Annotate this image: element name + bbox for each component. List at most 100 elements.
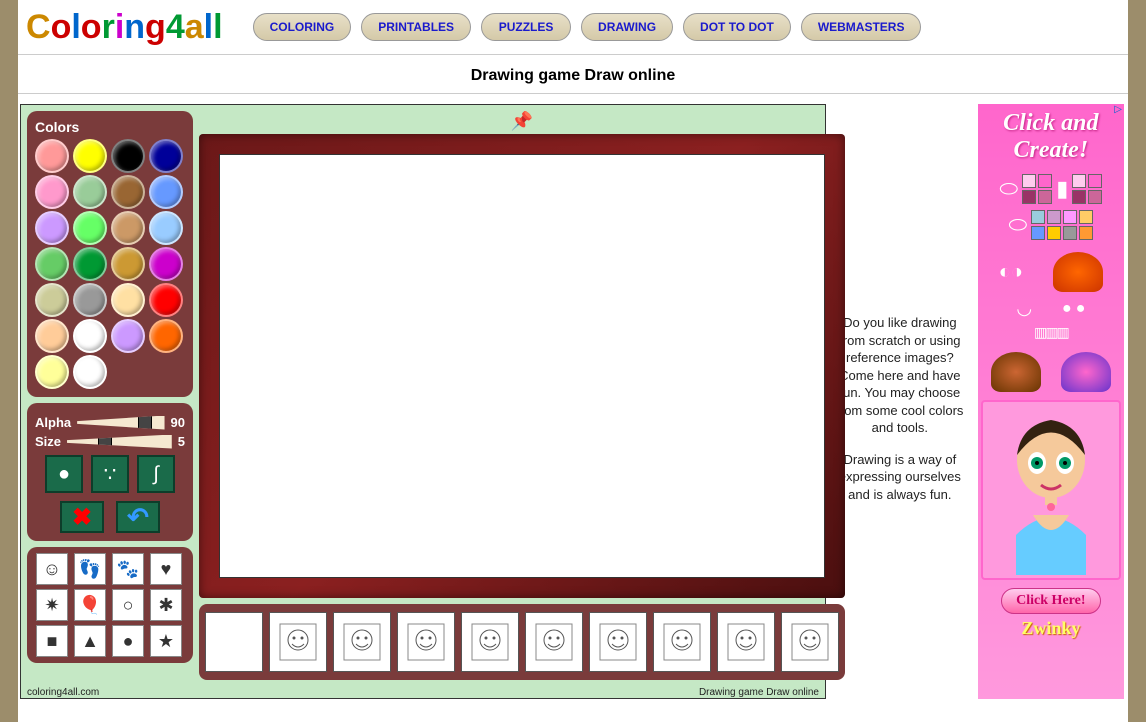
color-swatch[interactable]: [35, 355, 69, 389]
brush-spray-button[interactable]: ∵: [91, 455, 129, 493]
size-knob[interactable]: [98, 432, 112, 452]
footer-right: Drawing game Draw online: [699, 687, 819, 698]
size-slider[interactable]: [67, 435, 172, 449]
color-swatch[interactable]: [35, 139, 69, 173]
page-title: Drawing game Draw online: [18, 55, 1128, 94]
compact-icon-2: ⬭: [1008, 212, 1027, 238]
color-swatch[interactable]: [73, 247, 107, 281]
drawing-canvas[interactable]: [219, 154, 825, 578]
stamp-button[interactable]: ○: [112, 589, 144, 621]
tools-column: Colors Alpha 90 Size: [21, 105, 199, 686]
brush-curve-button[interactable]: ∫: [137, 455, 175, 493]
header: Coloring4all COLORING PRINTABLES PUZZLES DR…: [18, 0, 1128, 55]
hair-pink-icon: [1061, 352, 1111, 392]
color-swatch[interactable]: [149, 247, 183, 281]
nav-webmasters[interactable]: WEBMASTERS: [801, 13, 922, 41]
color-swatch[interactable]: [73, 283, 107, 317]
canvas-frame: [199, 134, 845, 598]
site-logo[interactable]: Coloring4all: [26, 8, 253, 47]
compact-icon: ⬭: [999, 176, 1018, 202]
color-swatch[interactable]: [149, 319, 183, 353]
size-value: 5: [178, 434, 185, 449]
nav-dot-to-dot[interactable]: DOT TO DOT: [683, 13, 791, 41]
color-swatch[interactable]: [111, 283, 145, 317]
color-swatch[interactable]: [35, 247, 69, 281]
color-grid: [35, 139, 185, 389]
template-pig[interactable]: [333, 612, 391, 672]
color-swatch[interactable]: [73, 319, 107, 353]
color-swatch[interactable]: [149, 211, 183, 245]
necklace-icon: ◡: [1016, 298, 1032, 319]
template-koala[interactable]: [461, 612, 519, 672]
nav-drawing[interactable]: DRAWING: [581, 13, 673, 41]
footer-left: coloring4all.com: [27, 687, 99, 698]
alpha-knob[interactable]: [138, 413, 152, 433]
ad-brand: Zwinky: [978, 618, 1124, 639]
app-footer: coloring4all.com Drawing game Draw onlin…: [21, 686, 825, 698]
template-cat[interactable]: [269, 612, 327, 672]
template-bunny[interactable]: [781, 612, 839, 672]
color-swatch[interactable]: [73, 355, 107, 389]
stamp-button[interactable]: ■: [36, 625, 68, 657]
template-robot[interactable]: [397, 612, 455, 672]
color-swatch[interactable]: [73, 211, 107, 245]
sidebar-p2: Drawing is a way of expressing ourselves…: [834, 451, 966, 504]
alpha-slider-row: Alpha 90: [35, 415, 185, 430]
stamp-button[interactable]: ☺: [36, 553, 68, 585]
color-swatch[interactable]: [111, 211, 145, 245]
stamp-button[interactable]: 👣: [74, 553, 106, 585]
hair-orange-icon: [1053, 252, 1103, 292]
ad-title: Click and Create!: [978, 104, 1124, 170]
main-nav: COLORING PRINTABLES PUZZLES DRAWING DOT TO D…: [253, 13, 922, 41]
color-swatch[interactable]: [73, 175, 107, 209]
stamp-grid: ☺👣🐾♥ ✷🎈○✱ ■▲●★: [33, 553, 187, 657]
color-swatch[interactable]: [149, 139, 183, 173]
nav-coloring[interactable]: COLORING: [253, 13, 352, 41]
template-flower[interactable]: [653, 612, 711, 672]
stamp-button[interactable]: ★: [150, 625, 182, 657]
template-clown[interactable]: [589, 612, 647, 672]
color-swatch[interactable]: [35, 211, 69, 245]
action-buttons: ✖ ↶: [35, 501, 185, 533]
stamp-button[interactable]: ✱: [150, 589, 182, 621]
sidebar-p1: Do you like drawing from scratch or usin…: [834, 314, 966, 437]
stamp-panel: ☺👣🐾♥ ✷🎈○✱ ■▲●★: [27, 547, 193, 663]
lipstick-icon: ▮: [1056, 176, 1068, 202]
template-flowers[interactable]: [525, 612, 583, 672]
ad-banner[interactable]: ▷ Click and Create! ⬭ ▮ ⬭ ◐◑ ◡: [978, 104, 1124, 699]
nav-puzzles[interactable]: PUZZLES: [481, 13, 571, 41]
color-swatch[interactable]: [73, 139, 107, 173]
stamp-button[interactable]: ●: [112, 625, 144, 657]
drawing-app: Colors Alpha 90 Size: [20, 104, 826, 699]
alpha-label: Alpha: [35, 415, 71, 430]
brush-round-button[interactable]: ●: [45, 455, 83, 493]
color-swatch[interactable]: [111, 139, 145, 173]
color-swatch[interactable]: [35, 319, 69, 353]
ad-items: ⬭ ▮ ⬭ ◐◑ ◡ ● ● ▥▥▥: [978, 170, 1124, 396]
slider-panel: Alpha 90 Size 5: [27, 403, 193, 541]
ad-cta-button[interactable]: Click Here!: [1001, 588, 1100, 614]
color-swatch[interactable]: [149, 283, 183, 317]
stamp-button[interactable]: ✷: [36, 589, 68, 621]
stamp-button[interactable]: 🐾: [112, 553, 144, 585]
color-swatch[interactable]: [111, 247, 145, 281]
stamp-button[interactable]: 🎈: [74, 589, 106, 621]
stamp-button[interactable]: ▲: [74, 625, 106, 657]
nav-printables[interactable]: PRINTABLES: [361, 13, 471, 41]
template-blank[interactable]: [205, 612, 263, 672]
template-row: [199, 604, 845, 680]
palette-label: Colors: [35, 119, 185, 135]
alpha-slider[interactable]: [77, 416, 164, 430]
color-palette-panel: Colors: [27, 111, 193, 397]
pin-icon: 📌: [511, 111, 533, 132]
color-swatch[interactable]: [35, 175, 69, 209]
color-swatch[interactable]: [111, 175, 145, 209]
stamp-button[interactable]: ♥: [150, 553, 182, 585]
undo-button[interactable]: ↶: [116, 501, 160, 533]
color-swatch[interactable]: [149, 175, 183, 209]
clear-button[interactable]: ✖: [60, 501, 104, 533]
template-tree[interactable]: [717, 612, 775, 672]
color-swatch[interactable]: [111, 319, 145, 353]
color-swatch[interactable]: [35, 283, 69, 317]
ad-choices-icon[interactable]: ▷: [1114, 104, 1122, 115]
